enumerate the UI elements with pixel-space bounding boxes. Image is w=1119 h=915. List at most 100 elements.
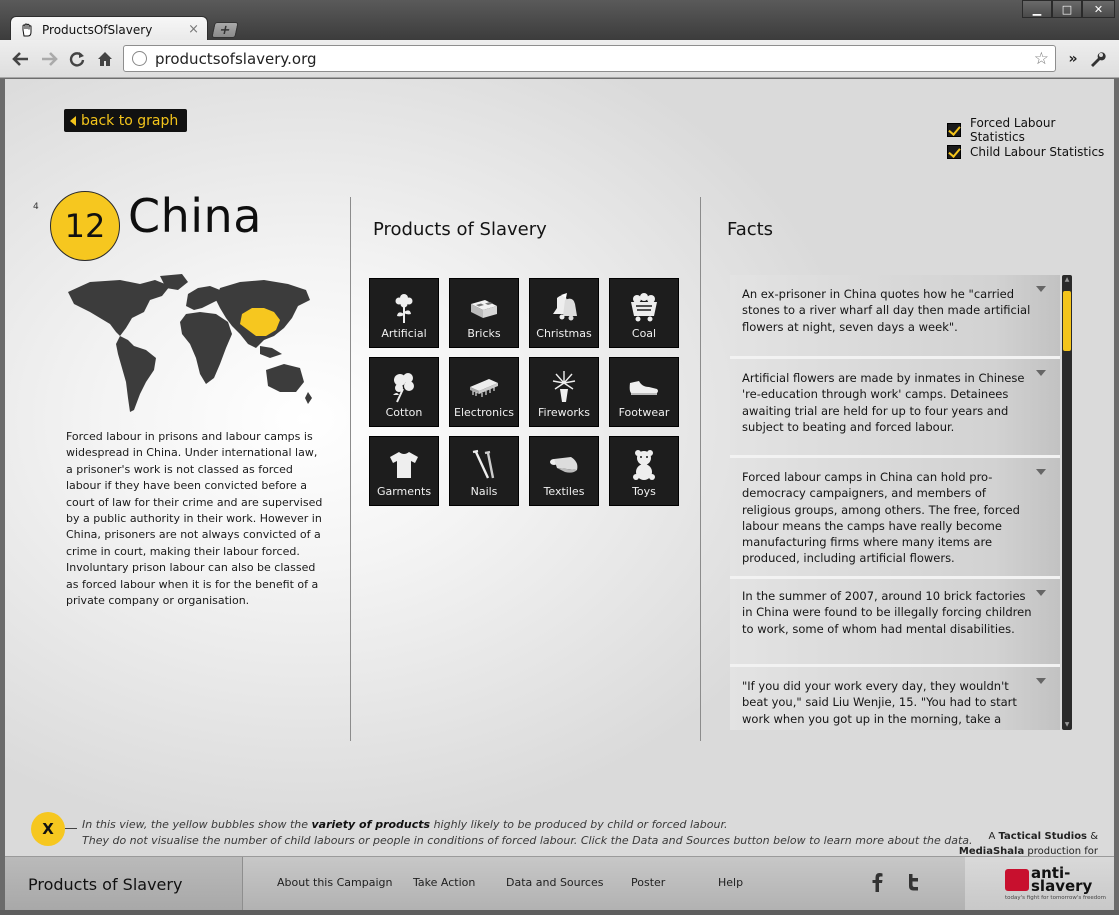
- fact-text: Forced labour camps in China can hold pr…: [742, 470, 1020, 566]
- fact-item[interactable]: Forced labour camps in China can hold pr…: [730, 458, 1060, 579]
- fact-item[interactable]: Artificial flowers are made by inmates i…: [730, 359, 1060, 458]
- fact-item[interactable]: An ex-prisoner in China quotes how he "c…: [730, 275, 1060, 359]
- browser-titlebar: ProductsOfSlavery × + ▁ □ ✕: [0, 0, 1119, 42]
- toggle-forced-labour[interactable]: Forced Labour Statistics: [947, 116, 1114, 144]
- anti-slavery-logo[interactable]: anti-slavery today's fight for tomorrow'…: [1005, 866, 1106, 901]
- facts-list[interactable]: An ex-prisoner in China quotes how he "c…: [730, 275, 1060, 730]
- coal-cart-icon: [631, 293, 657, 322]
- statistics-toggles: Forced Labour Statistics Child Labour St…: [947, 116, 1114, 163]
- bookmark-star-icon[interactable]: ☆: [1034, 49, 1049, 69]
- minimize-button[interactable]: ▁: [1022, 0, 1052, 18]
- nav-poster[interactable]: Poster: [631, 876, 665, 889]
- flower-icon: [395, 294, 413, 323]
- nav-take-action[interactable]: Take Action: [413, 876, 475, 889]
- product-label: Fireworks: [538, 406, 590, 419]
- production-credit: A Tactical Studios & MediaShala producti…: [958, 831, 1098, 857]
- info-text: In this view, the yellow bubbles show th…: [82, 817, 973, 849]
- facts-title: Facts: [727, 219, 774, 240]
- back-triangle-icon: [70, 115, 76, 126]
- footer-brand[interactable]: Products of Slavery: [5, 857, 243, 910]
- facebook-icon[interactable]: [871, 872, 883, 897]
- product-label: Cotton: [385, 406, 423, 419]
- facts-scrollbar[interactable]: ▲ ▼: [1062, 275, 1072, 730]
- product-electronics[interactable]: Electronics: [449, 357, 519, 427]
- browser-toolbar: productsofslavery.org ☆ »: [0, 40, 1119, 78]
- new-tab-button[interactable]: +: [211, 22, 239, 38]
- expand-arrow-icon[interactable]: [1036, 370, 1046, 376]
- tshirt-icon: [390, 452, 418, 478]
- product-bricks[interactable]: Bricks: [449, 278, 519, 348]
- product-textiles[interactable]: Textiles: [529, 436, 599, 506]
- product-label: Artificial: [381, 327, 427, 340]
- scroll-up-icon[interactable]: ▲: [1063, 276, 1071, 284]
- toggle-label: Forced Labour Statistics: [969, 116, 1056, 144]
- product-fireworks[interactable]: Fireworks: [529, 357, 599, 427]
- product-label: Toys: [632, 485, 656, 498]
- product-label: Footwear: [618, 406, 670, 419]
- nav-about[interactable]: About this Campaign: [277, 876, 392, 889]
- rank-bubble: 12: [50, 191, 120, 261]
- nav-help[interactable]: Help: [718, 876, 743, 889]
- extensions-chevron-icon[interactable]: »: [1062, 48, 1084, 70]
- back-arrow-icon[interactable]: [10, 48, 32, 70]
- toggle-label: Child Labour Statistics: [970, 145, 1105, 159]
- expand-arrow-icon[interactable]: [1036, 286, 1046, 292]
- country-description: Forced labour in prisons and labour camp…: [66, 430, 323, 608]
- tab-title: ProductsOfSlavery: [42, 22, 153, 37]
- product-cotton[interactable]: Cotton: [369, 357, 439, 427]
- firework-icon: [552, 371, 576, 402]
- product-coal[interactable]: Coal: [609, 278, 679, 348]
- twitter-icon[interactable]: [905, 872, 921, 897]
- map-north-america: [68, 280, 170, 336]
- fact-item[interactable]: In the summer of 2007, around 10 brick f…: [730, 579, 1060, 667]
- checkbox-checked-icon[interactable]: [947, 123, 961, 137]
- fact-item[interactable]: "If you did your work every day, they wo…: [730, 667, 1060, 730]
- expand-arrow-icon[interactable]: [1036, 469, 1046, 475]
- toggle-child-labour[interactable]: Child Labour Statistics: [947, 141, 1114, 163]
- checkbox-checked-icon[interactable]: [947, 145, 961, 159]
- expand-arrow-icon[interactable]: [1036, 590, 1046, 596]
- forward-arrow-icon[interactable]: [38, 48, 60, 70]
- map-se-asia: [260, 346, 282, 358]
- scrollbar-thumb[interactable]: [1063, 291, 1071, 351]
- product-label: Bricks: [467, 327, 501, 340]
- url-text[interactable]: productsofslavery.org: [155, 50, 1034, 68]
- info-line-1: In this view, the yellow bubbles show th…: [82, 818, 728, 831]
- nav-data-sources[interactable]: Data and Sources: [506, 876, 603, 889]
- products-title: Products of Slavery: [373, 219, 547, 240]
- globe-icon: [132, 51, 147, 66]
- browser-tab[interactable]: ProductsOfSlavery ×: [10, 16, 208, 42]
- product-christmas[interactable]: Christmas: [529, 278, 599, 348]
- product-artificial[interactable]: Artificial: [369, 278, 439, 348]
- expand-arrow-icon[interactable]: [1036, 678, 1046, 684]
- back-to-graph-button[interactable]: back to graph: [64, 109, 188, 132]
- bell-icon: [553, 293, 577, 321]
- product-nails[interactable]: Nails: [449, 436, 519, 506]
- products-grid: Artificial Bricks Christmas Coal Cotton …: [369, 278, 679, 506]
- home-icon[interactable]: [94, 48, 116, 70]
- product-label: Textiles: [543, 485, 585, 498]
- anti-slavery-logo-area: anti-slavery today's fight for tomorrow'…: [965, 857, 1114, 910]
- product-label: Garments: [376, 485, 432, 498]
- column-divider: [700, 197, 701, 741]
- close-window-button[interactable]: ✕: [1082, 0, 1115, 18]
- info-connector: [65, 828, 77, 829]
- info-bubble[interactable]: X: [31, 812, 65, 846]
- tab-close-icon[interactable]: ×: [188, 22, 199, 37]
- hand-icon: [19, 22, 35, 38]
- address-bar[interactable]: productsofslavery.org ☆: [123, 45, 1056, 72]
- column-divider: [350, 197, 351, 741]
- product-toys[interactable]: Toys: [609, 436, 679, 506]
- product-label: Coal: [631, 327, 657, 340]
- wrench-icon[interactable]: [1086, 48, 1108, 70]
- map-new-zealand: [305, 392, 312, 404]
- maximize-button[interactable]: □: [1052, 0, 1082, 18]
- reload-icon[interactable]: [66, 48, 88, 70]
- product-footwear[interactable]: Footwear: [609, 357, 679, 427]
- window-right-edge: [1114, 79, 1119, 915]
- nail-icon: [472, 449, 495, 479]
- product-label: Electronics: [454, 406, 514, 419]
- scroll-down-icon[interactable]: ▼: [1063, 721, 1071, 729]
- product-garments[interactable]: Garments: [369, 436, 439, 506]
- map-africa: [180, 312, 232, 384]
